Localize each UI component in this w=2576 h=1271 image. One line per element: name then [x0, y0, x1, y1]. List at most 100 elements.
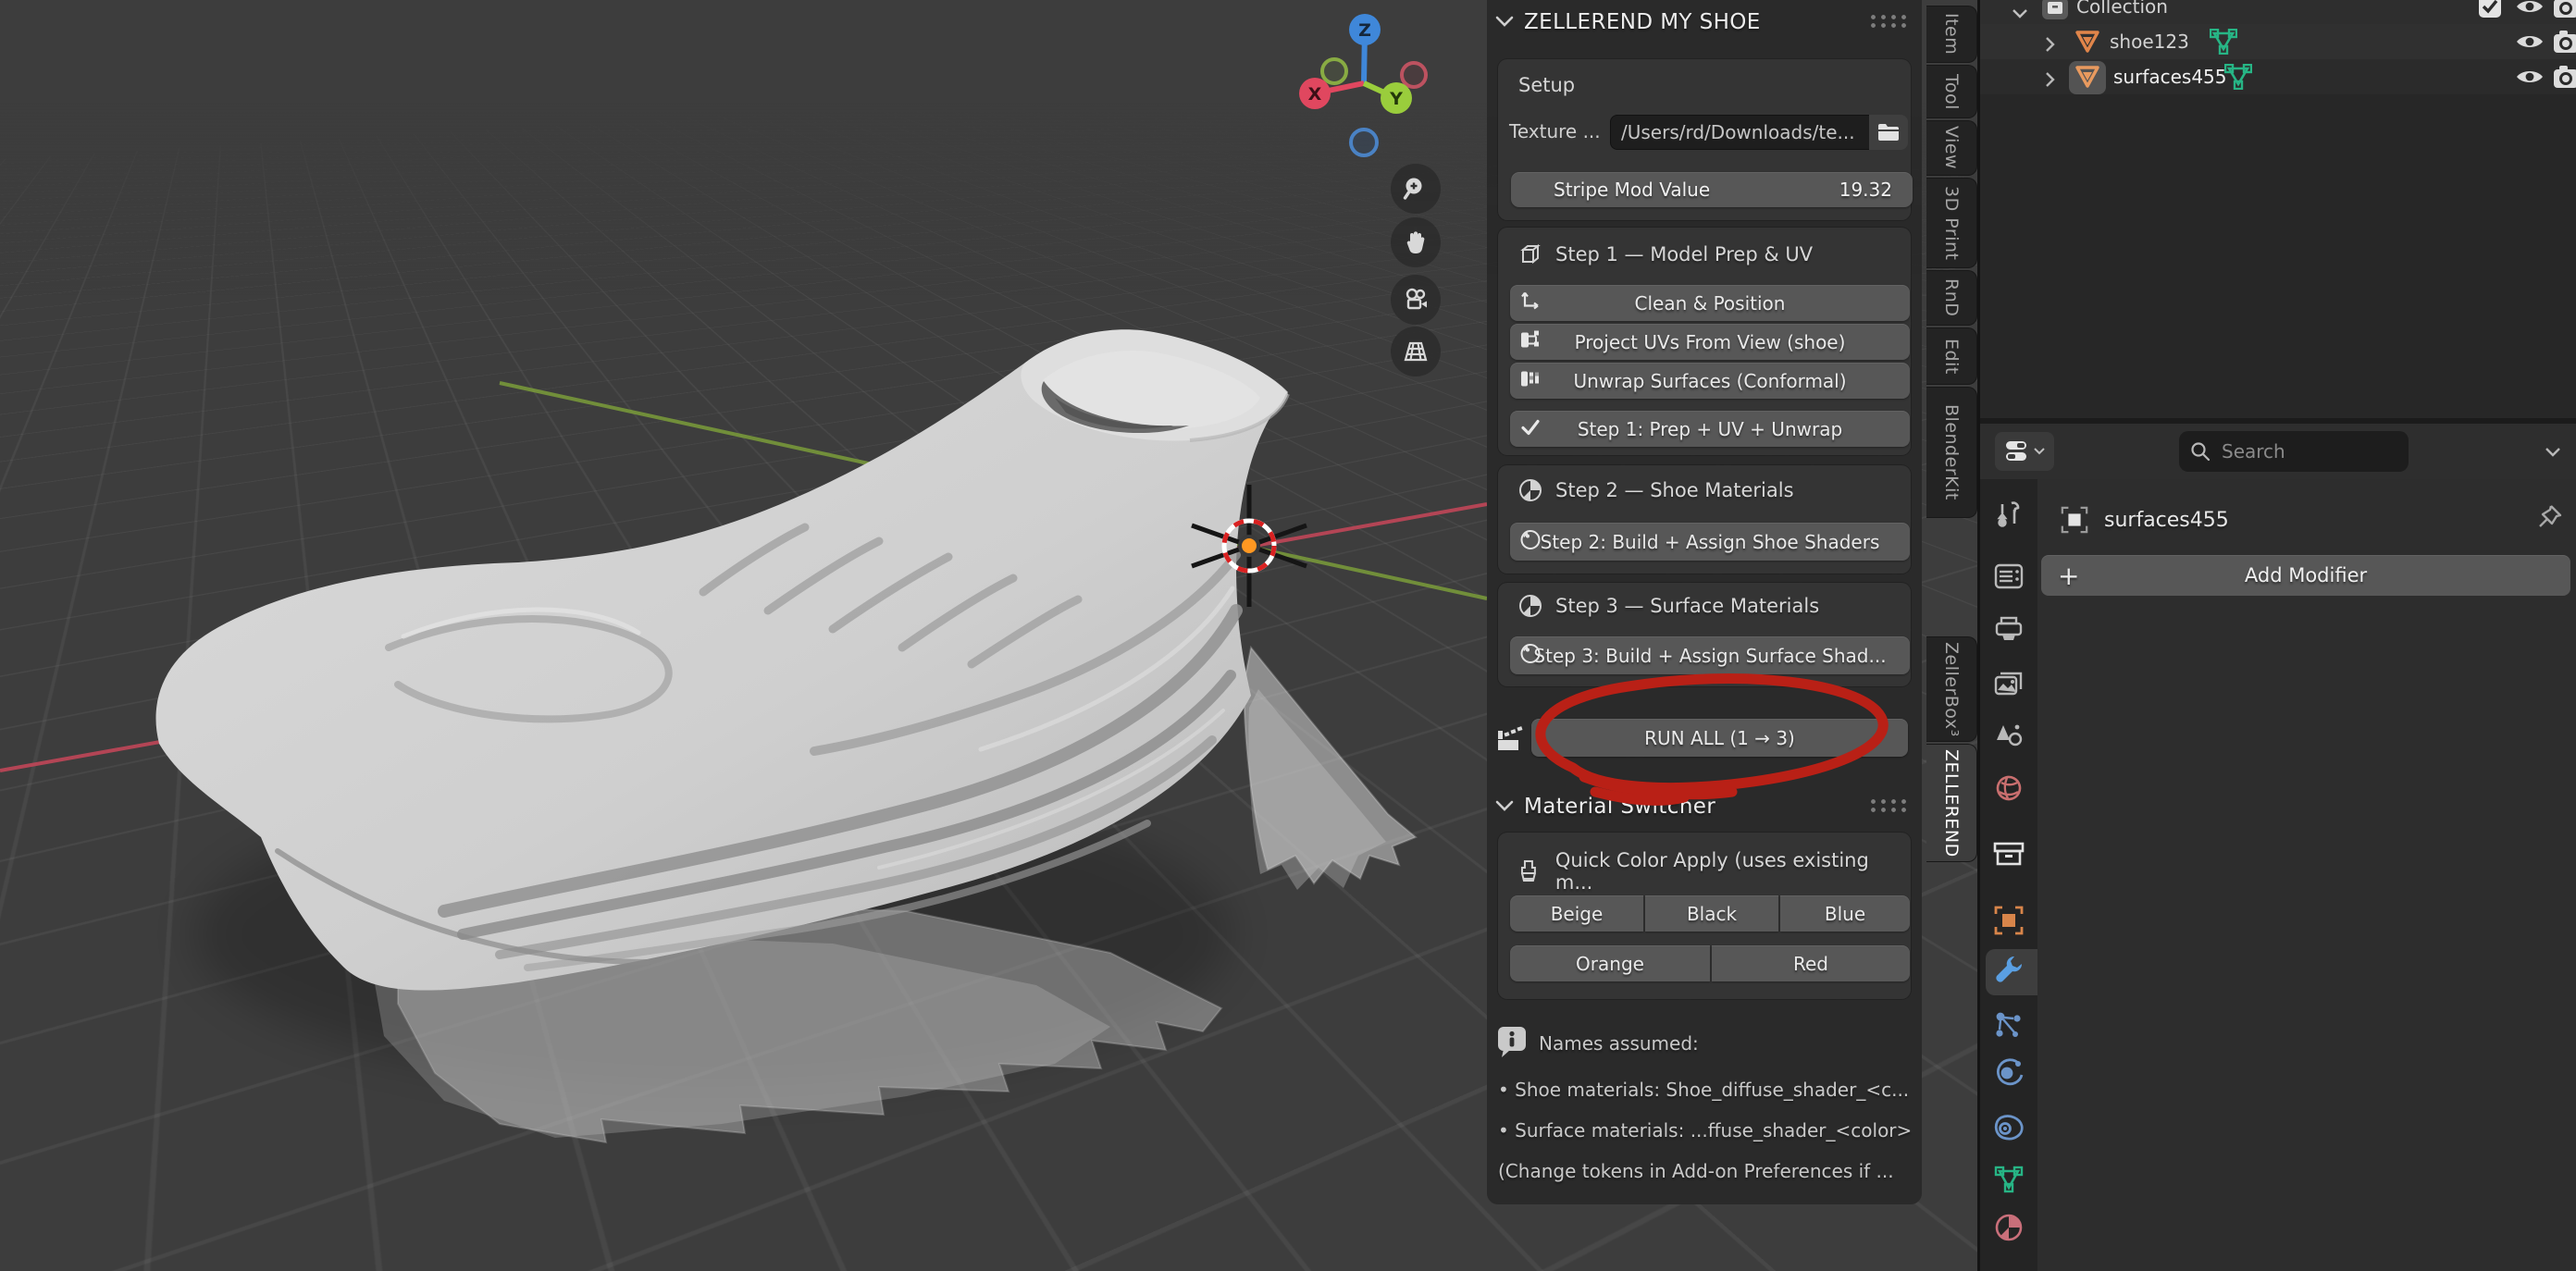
clean-position-button[interactable]: Clean & Position — [1510, 285, 1910, 321]
info-icon — [1496, 1025, 1528, 1064]
camera-render-icon[interactable] — [2552, 29, 2576, 59]
grid-floor-icon — [1401, 337, 1430, 366]
magnifier-plus-icon — [1402, 175, 1430, 203]
panel-drag-handle[interactable] — [1868, 797, 1909, 812]
navigation-gizmo[interactable]: Z X Y — [1299, 14, 1426, 155]
collapse-chevron-icon[interactable] — [1494, 798, 1515, 816]
tab-blenderkit[interactable]: BlenderKit — [1926, 387, 1977, 518]
object-tab-icon[interactable] — [1993, 905, 2025, 940]
texture-path-field[interactable]: /Users/rd/Downloads/te... — [1610, 115, 1880, 150]
outliner-row-surfaces455[interactable]: surfaces455 — [1980, 59, 2576, 94]
output-tab-icon[interactable] — [1994, 616, 2024, 646]
pin-icon[interactable] — [2535, 503, 2563, 538]
physics-tab-icon[interactable] — [1993, 1056, 2025, 1092]
eye-icon[interactable] — [2515, 67, 2545, 92]
outliner-row-shoe123[interactable]: shoe123 — [1980, 24, 2576, 59]
gizmo-neg-z[interactable] — [1351, 130, 1377, 155]
scene-tab-icon[interactable] — [1994, 722, 2024, 751]
modifiers-tab-icon[interactable] — [1992, 953, 2025, 990]
object-origin — [1240, 537, 1258, 555]
mesh-object-icon — [2074, 30, 2100, 58]
constraints-tab-icon[interactable] — [1992, 1114, 2025, 1145]
plus-icon: + — [2058, 561, 2079, 591]
color-black-button[interactable]: Black — [1645, 895, 1778, 932]
tab-edit[interactable]: Edit — [1926, 327, 1977, 385]
pan-button[interactable] — [1391, 217, 1441, 267]
project-uvs-button[interactable]: Project UVs From View (shoe) — [1510, 324, 1910, 360]
search-input[interactable] — [2220, 439, 2372, 463]
chevron-down-icon[interactable] — [2545, 444, 2561, 462]
run-all-button[interactable]: RUN ALL (1 → 3) — [1531, 719, 1908, 757]
gizmo-x-label: X — [1308, 84, 1322, 105]
expand-chevron-icon[interactable] — [2045, 35, 2056, 57]
collapse-chevron-icon[interactable] — [1494, 14, 1515, 31]
tab-view[interactable]: View — [1926, 120, 1977, 176]
hand-icon — [1402, 228, 1430, 256]
camera-render-icon[interactable] — [2552, 64, 2576, 94]
eye-icon[interactable] — [2515, 0, 2545, 21]
camera-icon — [1401, 285, 1430, 315]
mesh-object-icon — [2074, 65, 2100, 93]
checker-icon — [1519, 367, 1542, 394]
material-switcher-title: Material Switcher — [1524, 795, 1715, 819]
setup-label: Setup — [1518, 74, 1575, 96]
object-data-tab-icon[interactable] — [1994, 1166, 2024, 1197]
color-red-button[interactable]: Red — [1712, 945, 1910, 981]
step3-run-button[interactable]: Step 3: Build + Assign Surface Shad... — [1510, 636, 1910, 674]
color-blue-button[interactable]: Blue — [1780, 895, 1910, 932]
brush-icon — [1517, 858, 1542, 884]
eye-icon[interactable] — [2515, 31, 2545, 56]
tab-zellerend[interactable]: ZELLEREND — [1926, 744, 1977, 862]
chevron-down-icon — [2034, 448, 2045, 455]
names-assumed-title: Names assumed: — [1539, 1032, 1699, 1055]
shader-ball-icon — [1519, 528, 1542, 555]
tab-rnd[interactable]: RnD — [1926, 270, 1977, 326]
material-tab-icon[interactable] — [1993, 1212, 2025, 1247]
tab-zellerbox[interactable]: ZellerBox³ — [1926, 636, 1977, 742]
camera-view-button[interactable] — [1391, 275, 1441, 325]
panel-drag-handle[interactable] — [1868, 13, 1909, 28]
object-name[interactable]: shoe123 — [2110, 31, 2189, 53]
modifier-properties: surfaces455 + Add Modifier — [2037, 479, 2576, 1271]
collection-icon — [2041, 0, 2069, 25]
zoom-button[interactable] — [1391, 164, 1441, 214]
properties-search[interactable] — [2179, 431, 2409, 472]
browse-folder-button[interactable] — [1869, 115, 1908, 150]
editor-type-button[interactable] — [1995, 432, 2054, 471]
color-beige-button[interactable]: Beige — [1510, 895, 1643, 932]
quick-color-box: Quick Color Apply (uses existing m... Be… — [1498, 833, 1911, 999]
expand-chevron-icon[interactable] — [2012, 2, 2028, 24]
camera-render-icon[interactable] — [2552, 0, 2576, 24]
blender-window: Z X Y — [0, 0, 2576, 1271]
stripe-mod-value-slider[interactable]: Stripe Mod Value 19.32 — [1511, 172, 1913, 207]
outliner-row-collection[interactable]: Collection — [1980, 0, 2576, 24]
tab-item[interactable]: Item — [1926, 6, 1977, 63]
checkbox-icon[interactable] — [2478, 0, 2502, 23]
particles-tab-icon[interactable] — [1993, 1009, 2025, 1044]
tool-tab-icon[interactable] — [1994, 499, 2024, 532]
collection-tab-icon[interactable] — [1993, 842, 2025, 870]
expand-chevron-icon[interactable] — [2045, 70, 2056, 93]
step1-title: Step 1 — Model Prep & UV — [1555, 243, 1813, 265]
cube-icon — [1518, 242, 1542, 266]
view-layer-tab-icon[interactable] — [1994, 670, 2024, 699]
step1-run-button[interactable]: Step 1: Prep + UV + Unwrap — [1510, 411, 1910, 447]
object-name[interactable]: surfaces455 — [2113, 66, 2227, 88]
stripe-mod-value: 19.32 — [1839, 179, 1892, 201]
collection-name[interactable]: Collection — [2076, 0, 2168, 18]
grid-toggle-button[interactable] — [1391, 327, 1441, 376]
render-tab-icon[interactable] — [1994, 563, 2024, 593]
zellerend-panel: ZELLEREND MY SHOE Setup Texture ... /Use… — [1487, 0, 1922, 1204]
step2-run-button[interactable]: Step 2: Build + Assign Shoe Shaders — [1510, 523, 1910, 561]
step2-box: Step 2 — Shoe Materials Step 2: Build + … — [1498, 465, 1911, 574]
world-tab-icon[interactable] — [1994, 773, 2024, 807]
tab-tool[interactable]: Tool — [1926, 65, 1977, 118]
tab-3d-print[interactable]: 3D Print — [1926, 178, 1977, 268]
breadcrumb[interactable]: surfaces455 — [2104, 509, 2229, 532]
add-modifier-button[interactable]: + Add Modifier — [2041, 555, 2570, 596]
object-breadcrumb-icon — [2060, 505, 2089, 535]
gizmo-neg-y[interactable] — [1322, 59, 1346, 83]
color-orange-button[interactable]: Orange — [1510, 945, 1710, 981]
unwrap-surfaces-button[interactable]: Unwrap Surfaces (Conformal) — [1510, 363, 1910, 399]
gizmo-neg-x[interactable] — [1402, 63, 1426, 87]
